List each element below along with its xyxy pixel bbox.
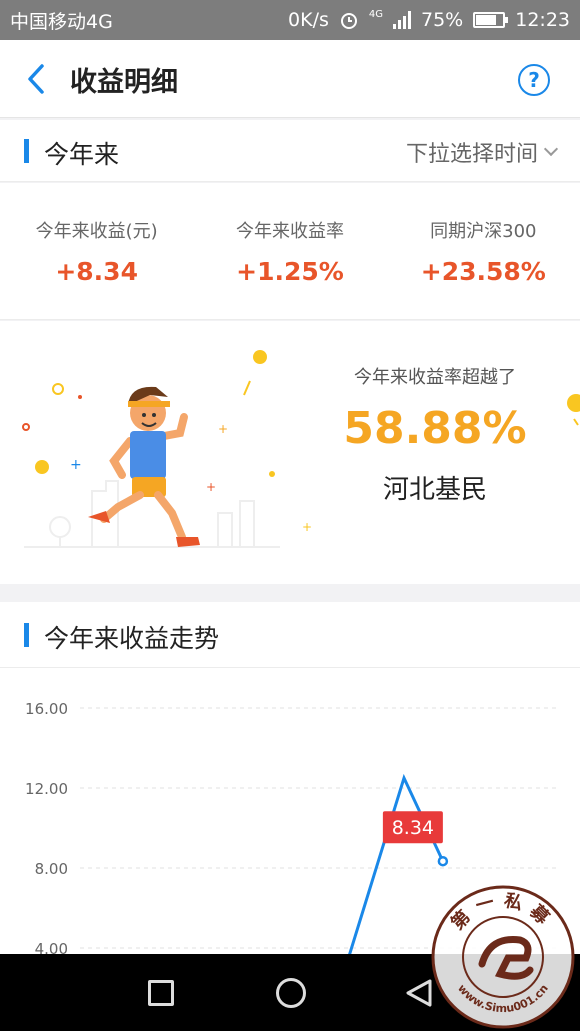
- help-icon[interactable]: ?: [518, 64, 550, 96]
- chevron-down-icon: [543, 141, 559, 157]
- circle-icon[interactable]: [276, 978, 306, 1008]
- square-icon[interactable]: [148, 980, 174, 1006]
- alarm-icon: [340, 13, 357, 29]
- stat-value: +8.34: [55, 257, 138, 286]
- runner-illustration: + + + +: [22, 350, 312, 548]
- trend-header: 今年来收益走势: [0, 602, 580, 668]
- time-range-dropdown[interactable]: 下拉选择时间: [405, 136, 559, 168]
- stat-ytd-earnings: 今年来收益(元) +8.34: [0, 183, 193, 319]
- clock: 12:23: [515, 9, 570, 31]
- stat-label: 同期沪深300: [430, 221, 537, 242]
- stat-label: 今年来收益率: [235, 221, 344, 242]
- signal-icon: [393, 11, 411, 29]
- svg-text:+: +: [206, 480, 216, 494]
- stat-benchmark: 同期沪深300 +23.58%: [387, 183, 580, 319]
- ranking-card: + + + + 今年来收益率超越了 58.88% 河北基民: [0, 321, 580, 584]
- coin-icon: [567, 394, 580, 426]
- y-tick-label: 16.00: [25, 700, 68, 718]
- trend-title: 今年来收益走势: [44, 624, 220, 653]
- y-tick-label: 4.00: [35, 940, 68, 954]
- page-title: 收益明细: [70, 67, 178, 98]
- stat-ytd-return: 今年来收益率 +1.25%: [193, 183, 386, 319]
- status-bar: 中国移动4G 0K/s 4G 75% 12:23: [0, 0, 580, 40]
- battery-fill: [476, 15, 496, 25]
- svg-text:+: +: [302, 520, 312, 534]
- section-marker: [24, 623, 29, 647]
- network-type: 4G: [368, 8, 383, 20]
- battery-percent: 75%: [421, 9, 464, 31]
- series-line: [348, 773, 445, 954]
- battery-icon: [473, 12, 509, 28]
- y-tick-label: 8.00: [35, 860, 68, 878]
- time-range-label: 下拉选择时间: [405, 142, 538, 167]
- stat-value: +23.58%: [420, 257, 546, 286]
- carrier-label: 中国移动4G: [10, 10, 113, 33]
- svg-text:+: +: [218, 422, 228, 436]
- value-callout-label: 8.34: [392, 817, 434, 839]
- stat-label: 今年来收益(元): [35, 221, 158, 242]
- ranking-region: 河北基民: [382, 475, 487, 505]
- network-speed: 0K/s: [288, 9, 329, 31]
- chevron-left-icon[interactable]: [22, 62, 52, 96]
- watermark-logo: 第一私募 www.Simu001.cn: [431, 885, 575, 1029]
- section-marker: [24, 139, 29, 163]
- period-section: 今年来 下拉选择时间: [0, 120, 580, 182]
- period-title: 今年来: [44, 140, 120, 169]
- y-tick-label: 12.00: [25, 780, 68, 798]
- nav-bar: 收益明细 ?: [0, 40, 580, 118]
- ranking-label: 今年来收益率超越了: [354, 367, 516, 388]
- data-point[interactable]: [437, 855, 449, 867]
- status-right: 0K/s 4G 75% 12:23: [288, 8, 570, 32]
- svg-text:+: +: [70, 457, 82, 473]
- ranking-percent: 58.88%: [343, 403, 527, 454]
- stats-row: 今年来收益(元) +8.34 今年来收益率 +1.25% 同期沪深300 +23…: [0, 183, 580, 320]
- stat-value: +1.25%: [236, 257, 344, 286]
